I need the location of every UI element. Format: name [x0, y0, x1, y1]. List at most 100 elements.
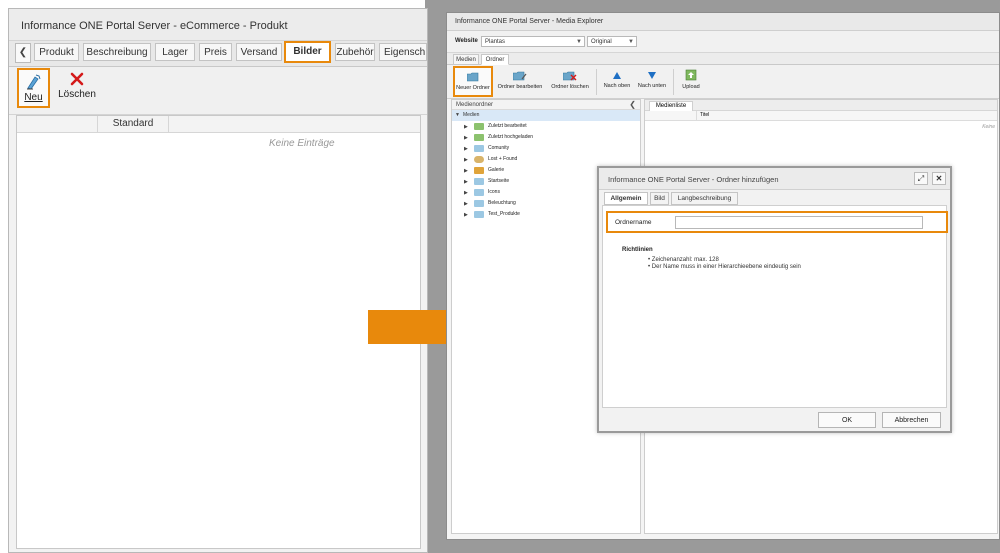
tab-produkt[interactable]: Produkt [34, 43, 79, 61]
delete-x-icon [70, 72, 84, 86]
media-list-header: Titel [645, 111, 997, 121]
ok-button[interactable]: OK [818, 412, 876, 428]
version-select-value: Original [591, 39, 612, 45]
delete-button[interactable]: Löschen [57, 71, 97, 109]
edit-folder-button[interactable]: Ordner bearbeiten [495, 71, 545, 90]
folder-name-input[interactable] [675, 216, 923, 229]
folder-add-icon [467, 72, 479, 82]
product-window-title: Informance ONE Portal Server - eCommerce… [9, 9, 427, 41]
delete-folder-label: Ordner löschen [551, 84, 589, 90]
tab-versand[interactable]: Versand [236, 43, 282, 61]
recent-uploaded-folder-icon [474, 134, 484, 141]
guidelines-list: • Zeichenanzahl: max. 128 • Der Name mus… [648, 257, 801, 271]
column-titel[interactable]: Titel [696, 111, 709, 120]
tree-expand-icon[interactable]: ▶ [464, 135, 468, 141]
new-folder-label: Neuer Ordner [456, 85, 490, 91]
tree-item-label: Startseite [488, 178, 510, 184]
tab-bild[interactable]: Bild [650, 192, 669, 205]
tab-scroll-left-icon[interactable]: ❮ [15, 43, 31, 63]
media-explorer-title: Informance ONE Portal Server - Media Exp… [447, 13, 999, 31]
tree-item-label: Icons [488, 189, 500, 195]
tree-expand-icon[interactable]: ▶ [464, 146, 468, 152]
tree-item-label: Lost + Found [488, 156, 518, 162]
column-standard[interactable]: Standard [97, 116, 169, 132]
product-tabs: ❮ Produkt Beschreibung Lager Preis Versa… [9, 41, 427, 67]
tab-preis[interactable]: Preis [199, 43, 232, 61]
tab-bilder[interactable]: Bilder [284, 41, 331, 63]
folder-icon [474, 178, 484, 185]
delete-folder-button[interactable]: Ordner löschen [548, 71, 592, 90]
close-icon[interactable]: ✕ [932, 172, 946, 185]
media-list-tabs: Medienliste [645, 100, 997, 111]
lost-found-icon [474, 156, 484, 163]
maximize-icon[interactable]: ⤢ [914, 172, 928, 185]
version-select[interactable]: Original ▼ [587, 36, 637, 47]
new-button[interactable]: Neu [17, 68, 50, 108]
media-subtabs: Medien Ordner [447, 53, 999, 65]
guideline-item: • Zeichenanzahl: max. 128 [648, 257, 719, 263]
tab-beschreibung[interactable]: Beschreibung [83, 43, 151, 61]
tree-expand-icon[interactable]: ▶ [464, 179, 468, 185]
folder-name-label: Ordnername [615, 219, 652, 226]
guideline-item: • Der Name muss in einer Hierarchieebene… [648, 264, 801, 270]
delete-button-label: Löschen [58, 89, 96, 100]
tree-expanded-icon[interactable]: ▼ [455, 112, 460, 118]
move-up-button[interactable]: Nach oben [601, 71, 633, 89]
folder-toolbar: Neuer Ordner Ordner bearbeiten Ordner lö… [447, 65, 999, 99]
tree-item-label: Beleuchtung [488, 200, 516, 206]
toolbar-divider [673, 69, 674, 95]
upload-button[interactable]: Upload [677, 69, 705, 90]
tree-item-label: Zuletzt bearbeitet [488, 123, 527, 129]
tree-expand-icon[interactable]: ▶ [464, 201, 468, 207]
new-folder-button[interactable]: Neuer Ordner [453, 66, 493, 97]
tab-langbeschreibung[interactable]: Langbeschreibung [671, 192, 738, 205]
guideline-text: Zeichenanzahl: max. 128 [651, 257, 719, 263]
website-select-value: Plantas [485, 39, 506, 45]
tree-expand-icon[interactable]: ▶ [464, 168, 468, 174]
tree-expand-icon[interactable]: ▶ [464, 124, 468, 130]
folder-edit-icon [513, 71, 527, 81]
new-image-icon [26, 74, 40, 90]
empty-grid-text: Keine Einträge [269, 138, 335, 149]
tree-item-label: Test_Produkte [488, 211, 520, 217]
tree-item-label: Comunity [488, 145, 510, 151]
media-folder-pane-label: Medienordner [456, 102, 494, 108]
tree-expand-icon[interactable]: ▶ [464, 212, 468, 218]
guidelines-title: Richtlinien [622, 247, 653, 253]
edit-folder-label: Ordner bearbeiten [497, 84, 543, 90]
dialog-body: Ordnername Richtlinien • Zeichenanzahl: … [602, 205, 948, 408]
toolbar-divider [596, 69, 597, 95]
arrow-up-icon [613, 72, 621, 79]
arrow-down-icon [648, 72, 656, 79]
recent-edited-folder-icon [474, 123, 484, 130]
collapse-left-icon[interactable]: ❮ [629, 100, 636, 109]
media-folder-pane-title: Medienordner ❮ [452, 100, 640, 110]
folder-icon [474, 189, 484, 196]
move-down-button[interactable]: Nach unten [635, 71, 669, 89]
product-window: Informance ONE Portal Server - eCommerce… [8, 8, 428, 553]
upload-label: Upload [682, 84, 700, 90]
dialog-button-row: OK Abbrechen [599, 409, 950, 431]
product-toolbar: Neu Löschen [9, 67, 427, 115]
tree-expand-icon[interactable]: ▶ [464, 157, 468, 163]
move-down-label: Nach unten [637, 83, 667, 89]
tab-allgemein[interactable]: Allgemein [604, 192, 648, 205]
tab-lager[interactable]: Lager [155, 43, 195, 61]
add-folder-dialog: Informance ONE Portal Server - Ordner hi… [597, 166, 952, 433]
tab-medien[interactable]: Medien [453, 54, 479, 65]
tree-root-medien[interactable]: ▼ Medien [452, 110, 640, 121]
cancel-button[interactable]: Abbrechen [882, 412, 941, 428]
website-label: Website [455, 38, 478, 44]
folder-icon [474, 200, 484, 207]
tab-zubehoer[interactable]: Zubehör [335, 43, 375, 61]
folder-name-row: Ordnername [606, 211, 948, 233]
folder-icon [474, 145, 484, 152]
tab-eigenschaften[interactable]: Eigensch [379, 43, 427, 61]
tree-expand-icon[interactable]: ▶ [464, 190, 468, 196]
website-select[interactable]: Plantas ▼ [481, 36, 585, 47]
tab-medienliste[interactable]: Medienliste [649, 101, 693, 111]
add-folder-dialog-title: Informance ONE Portal Server - Ordner hi… [599, 168, 950, 190]
tab-ordner[interactable]: Ordner [481, 54, 509, 65]
website-row: Website Plantas ▼ Original ▼ [447, 31, 999, 53]
folder-icon [474, 211, 484, 218]
